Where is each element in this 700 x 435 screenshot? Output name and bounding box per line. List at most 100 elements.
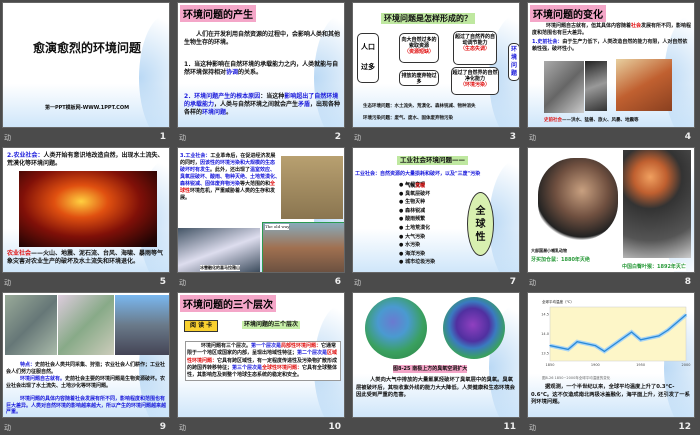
plot-area <box>549 306 687 362</box>
caption: 牙买加仓鼠：1880年灭绝 <box>531 257 590 263</box>
list-item-highlight: 气候变暖 <box>405 183 426 189</box>
caption: 冰雪融化的喜马拉雅山 <box>200 265 240 271</box>
issue-list: ● 气候变暖 气候变暖 ● 臭氧层破坏 ● 生物灭种 ● 森林锐减 ● 酸雨频繁 … <box>399 181 435 267</box>
caption: 大部国濒小哺乳动物 <box>531 248 567 253</box>
data-point <box>567 348 569 351</box>
slide-number: 8 <box>684 277 691 287</box>
slide-number: 1 <box>159 132 166 142</box>
animation-icon: 动 <box>4 134 11 142</box>
slide-thumb-4[interactable]: 环境问题的变化 环境问题自古就有，但其具体内容随着社会发展有所不同，影响程度和范… <box>527 2 695 145</box>
ozone-map-after <box>443 297 505 359</box>
data-point <box>640 339 642 341</box>
slide-8[interactable]: 大部国濒小哺乳动物 牙买加仓鼠：1880年灭绝 中国白臀叶猴：1892年灭亡 <box>527 147 695 273</box>
paragraph: 据观测，一个半世纪以来，全球平均温度上升了0.3°C-0.6°C。这不仅造成南北… <box>531 384 690 405</box>
data-point <box>603 350 605 352</box>
box-pollution: 超过了自然界的自然净化能力 （环境污染） <box>451 67 499 95</box>
slide-thumb-6[interactable]: 3.工业社会：工业革命后，在促进经济发展的同时，因该性的环境污染和大规模的生态破… <box>177 147 345 290</box>
animation-icon: 动 <box>179 424 186 432</box>
slide-5[interactable]: 2.农业社会：人类开始有意识地改造自然，出现水土流失、荒漠化等环境问题。 农业社… <box>2 147 170 273</box>
slide-thumb-7[interactable]: 工业社会环境问题—— 工业社会：自然资源的大量损耗和破坏，以及"三废"污染 ● … <box>352 147 520 290</box>
slide-10[interactable]: 环境问题的三个层次 阅 读 卡 环境问题的三个层次 环境问题有三个层次。第一个层… <box>177 292 345 418</box>
slide-thumb-1[interactable]: 愈演愈烈的环境问题 第一PPT模板网-WWW.1PPT.COM 动 1 <box>2 2 170 145</box>
list-item: ● 海洋污染 <box>399 250 426 257</box>
slide-9[interactable]: 特点：史前社会人类共同采集、狩猎；农业社会人们耕作；工业社会人们努力征服自然。 … <box>2 292 170 418</box>
slide-11[interactable]: 图8-25 南极上方的臭氧空洞扩大 人类向大气中排放的大量氟氯烃破坏了臭氧层中的… <box>352 292 520 418</box>
hamster-image <box>538 158 618 240</box>
slide-12[interactable]: 全球平均温度（℃） 1850 1900 1950 2000 13.5 14.0 14.5 图… <box>527 292 695 418</box>
slide-thumb-9[interactable]: 特点：史前社会人类共同采集、狩猎；农业社会人们耕作；工业社会人们努力征服自然。 … <box>2 292 170 435</box>
ozone-map-before <box>365 297 427 359</box>
slide-thumb-8[interactable]: 大部国濒小哺乳动物 牙买加仓鼠：1880年灭绝 中国白臀叶猴：1892年灭亡 动… <box>527 147 695 290</box>
city-image <box>115 295 169 355</box>
paragraph: 环境问题自古就有，但其具体内容随着社会发展有所不同，影响程度和范围也有巨大差异。 <box>532 23 692 36</box>
list-item: ● 生物灭种 <box>399 199 426 206</box>
ruins-image <box>544 61 584 113</box>
slide-thumb-12[interactable]: 全球平均温度（℃） 1850 1900 1950 2000 13.5 14.0 14.5 图… <box>527 292 695 435</box>
slide-6[interactable]: 3.工业社会：工业革命后，在促进经济发展的同时，因该性的环境污染和大规模的生态破… <box>177 147 345 273</box>
paragraph: 人类向大气中排放的大量氟氯烃破坏了臭氧层中的臭氧。臭氧层被破坏后，其吸收紫外线的… <box>356 377 515 398</box>
x-tick-label: 1950 <box>636 363 645 367</box>
slide-title: 愈演愈烈的环境问题 <box>32 41 141 55</box>
paragraph: 环境问题有三个层次。第一个层次是局部性环境问题：它通常限于一个地区或国家的内部，… <box>185 341 341 382</box>
painting-image <box>616 59 672 111</box>
monkey-image <box>623 150 691 258</box>
slide-footer: 第一PPT模板网-WWW.1PPT.COM <box>44 105 130 111</box>
farming-image <box>58 295 114 355</box>
subtitle: 工业社会：自然资源的大量损耗和破坏，以及"三废"污染 <box>355 171 481 177</box>
slide-thumb-10[interactable]: 环境问题的三个层次 阅 读 卡 环境问题的三个层次 环境问题有三个层次。第一个层… <box>177 292 345 435</box>
temperature-chart: 1850 1900 1950 2000 13.5 14.0 14.5 <box>541 306 690 367</box>
slide-heading: 环境问题的变化 <box>530 5 606 22</box>
list-item: ● 水污染 <box>399 242 421 249</box>
y-tick-label: 14.0 <box>541 332 549 336</box>
slide-7[interactable]: 工业社会环境问题—— 工业社会：自然资源的大量损耗和破坏，以及"三废"污染 ● … <box>352 147 520 273</box>
paragraph: 农业社会——火山、地震、泥石流、台风、海啸、暴雨等气象灾害对农业生产的破坏及水土… <box>7 250 164 265</box>
data-point <box>594 344 596 347</box>
slide-thumb-11[interactable]: 图8-25 南极上方的臭氧空洞扩大 人类向大气中排放的大量氟氯烃破坏了臭氧层中的… <box>352 292 520 435</box>
subtitle: 环境问题的三个层次 <box>242 321 301 329</box>
slide-number: 5 <box>159 277 166 287</box>
slide-thumb-5[interactable]: 2.农业社会：人类开始有意识地改造自然，出现水土流失、荒漠化等环境问题。 农业社… <box>2 147 170 290</box>
fossil-image <box>585 61 607 111</box>
slide-number: 4 <box>684 132 691 142</box>
list-item: ● 臭氧层破坏 <box>399 190 431 197</box>
chart-ylabel: 全球平均温度（℃） <box>542 300 574 304</box>
caption: 史前社会——洪水、猛兽、旅火、风暴、地震等 <box>544 118 639 123</box>
caption: The old way <box>265 224 290 230</box>
animation-icon: 动 <box>529 134 536 142</box>
slide-1[interactable]: 愈演愈烈的环境问题 第一PPT模板网-WWW.1PPT.COM <box>2 2 170 128</box>
list-item: ● 森林锐减 <box>399 207 426 214</box>
data-point <box>576 341 578 343</box>
reading-card-label: 阅 读 卡 <box>184 320 219 332</box>
slide-4[interactable]: 环境问题的变化 环境问题自古就有，但其具体内容随着社会发展有所不同，影响程度和范… <box>527 2 695 128</box>
paragraph: 环境问题自古就有。史前社会主要的环境问题是生物资源破坏。农业社会出现了水土流失、… <box>6 376 166 389</box>
slide-number: 3 <box>509 132 516 142</box>
slide-2[interactable]: 环境问题的产生 人们在开发利用自然资源的过程中，会影响人类和其他生物生存的环境。… <box>177 2 345 128</box>
list-item: 环境污染问题：废气、废水、固体废弃物污染 <box>363 116 453 121</box>
slide-thumb-3[interactable]: 环境问题是怎样形成的？ 人口 过多 向大自然过多的索取资源 （资源短缺） 排放的废弃… <box>352 2 520 145</box>
smog-image <box>281 156 343 219</box>
animation-icon: 动 <box>179 279 186 287</box>
slide-thumb-2[interactable]: 环境问题的产生 人们在开发利用自然资源的过程中，会影响人类和其他生物生存的环境。… <box>177 2 345 145</box>
paragraph: 3.工业社会：工业革命后，在促进经济发展的同时，因该性的环境污染和大规模的生态破… <box>180 153 281 201</box>
slide-3[interactable]: 环境问题是怎样形成的？ 人口 过多 向大自然过多的索取资源 （资源短缺） 排放的废弃… <box>352 2 520 128</box>
y-tick-label: 14.5 <box>541 313 549 317</box>
slide-heading: 环境问题的三个层次 <box>180 295 276 312</box>
point-1: 1．当这种影响在自然环境的承载能力之内，人类就能与自然环境保持相对协调的关系。 <box>184 61 339 76</box>
point-1: 1.史前社会：由于生产力低下，人类改造自然的能力有限，人对自然依赖性强，破坏性小… <box>532 39 688 52</box>
global-oval: 全球性 <box>467 192 494 256</box>
data-point <box>549 344 551 347</box>
animation-icon: 动 <box>4 279 11 287</box>
label: 人口 <box>361 43 375 51</box>
list-item: ● 大气污染 <box>399 233 426 240</box>
label: 过多 <box>361 63 375 71</box>
paragraph: 人们在开发利用自然资源的过程中，会影响人类和其他生物生存的环境。 <box>184 31 341 46</box>
slide-number: 7 <box>509 277 516 287</box>
list-item: ● 土地荒漠化 <box>399 224 431 231</box>
rock-carving-image <box>5 295 57 355</box>
slide-number: 6 <box>334 277 341 287</box>
box-waste: 排放的废弃物过多 <box>399 70 439 86</box>
animation-icon: 动 <box>529 279 536 287</box>
point-2: 2．环境问题产生的根本原因：当这种影响超出了自然环境的承载能力，人类与自然环境之… <box>184 93 341 116</box>
slide-number: 2 <box>334 132 341 142</box>
figure-caption: 图8-26 1850~2000年全球平均温度的变化 <box>542 376 611 380</box>
